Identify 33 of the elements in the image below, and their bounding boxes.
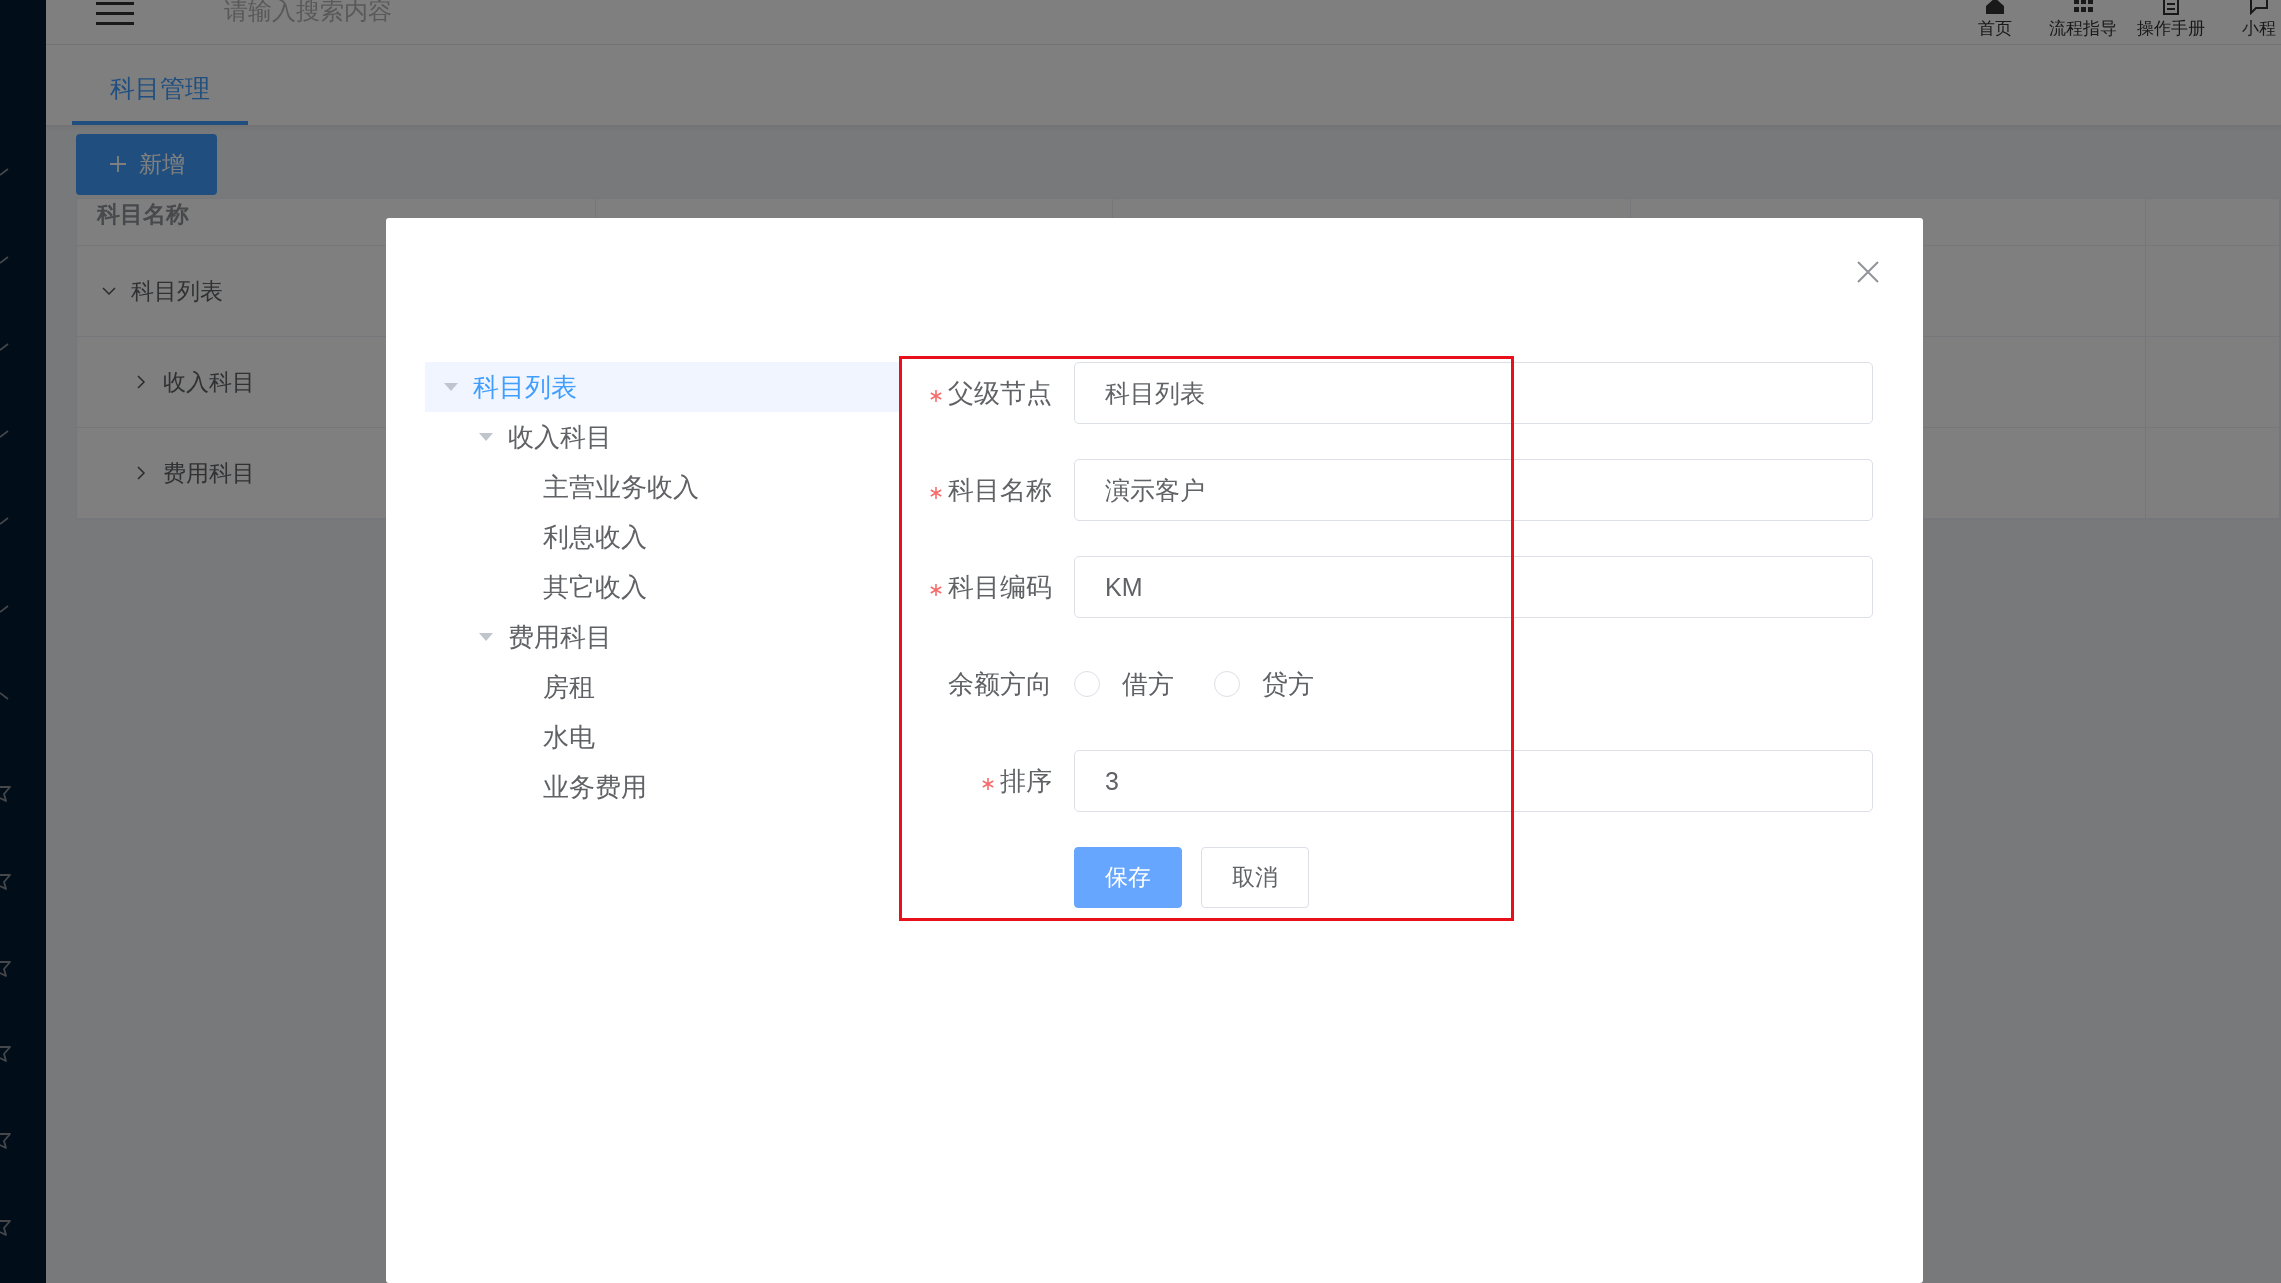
grid-icon	[2072, 0, 2094, 15]
input-field[interactable]: 科目列表	[1074, 362, 1873, 424]
menu-icon	[96, 0, 134, 26]
radio-option[interactable]: 贷方	[1214, 666, 1314, 702]
shortcut-button[interactable]: 流程指导	[2041, 0, 2125, 40]
home-icon	[1984, 0, 2006, 15]
radio-option[interactable]: 借方	[1074, 666, 1174, 702]
field-label: 父级节点	[948, 376, 1052, 410]
tree-node[interactable]: 房租	[425, 662, 900, 712]
plus-icon	[108, 155, 127, 173]
input-field[interactable]: 3	[1074, 750, 1873, 812]
table-cell-text: 收入科目	[163, 367, 255, 397]
tree-node[interactable]: 水电	[425, 712, 900, 762]
field-label: 排序	[1000, 764, 1052, 798]
tree-node[interactable]: 费用科目	[425, 612, 900, 662]
input-field[interactable]: KM	[1074, 556, 1873, 618]
table-cell-text: 费用科目	[163, 458, 255, 488]
close-icon[interactable]	[1857, 261, 1879, 283]
tree-node[interactable]: 业务费用	[425, 762, 900, 812]
shortcut-button[interactable]: 操作手册	[2129, 0, 2213, 40]
tree-node[interactable]: 利息收入	[425, 512, 900, 562]
field-label: 科目编码	[948, 570, 1052, 604]
field-label: 科目名称	[948, 473, 1052, 507]
chat-icon	[2248, 0, 2270, 15]
field-label: 余额方向	[948, 667, 1052, 701]
tree-node[interactable]: 其它收入	[425, 562, 900, 612]
input-field[interactable]: 演示客户	[1074, 459, 1873, 521]
cancel-button[interactable]: 取消	[1201, 847, 1309, 908]
document-icon	[2160, 0, 2182, 15]
shortcut-button[interactable]: 小程	[2217, 0, 2281, 40]
tree-node[interactable]: 主营业务收入	[425, 462, 900, 512]
tree-node[interactable]: 收入科目	[425, 412, 900, 462]
table-cell-text: 科目列表	[131, 276, 223, 306]
